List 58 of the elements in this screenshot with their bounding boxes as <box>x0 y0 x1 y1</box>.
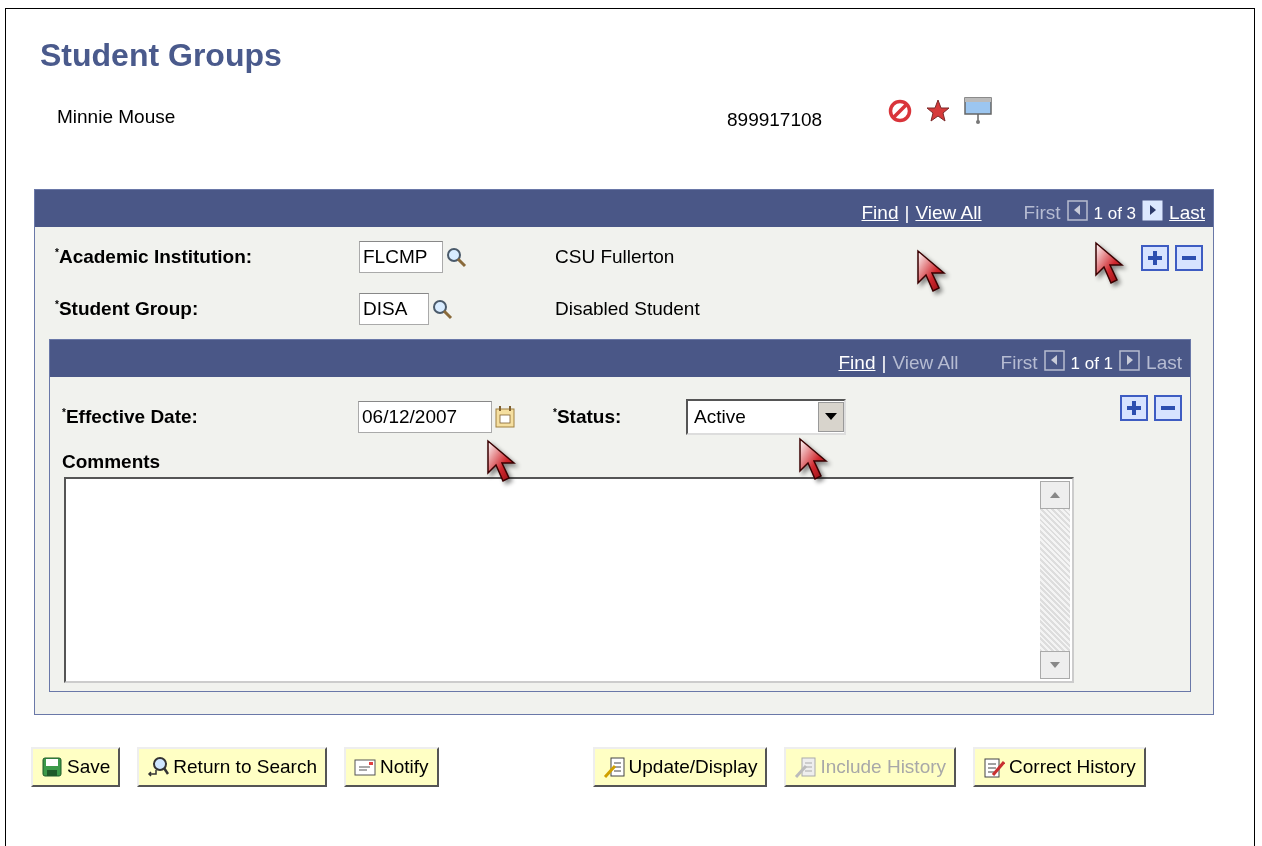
mouse-pointer-icon <box>486 439 516 483</box>
add-row-button[interactable] <box>1120 395 1148 421</box>
comments-field[interactable] <box>64 477 1074 683</box>
calendar-icon[interactable] <box>494 405 516 429</box>
button[interactable]: Correct History <box>973 747 1146 787</box>
comments-label: Comments <box>62 451 162 473</box>
view-all-link: View All <box>892 352 959 374</box>
mouse-pointer-icon <box>798 437 828 481</box>
date-field[interactable]: 06/12/2007 <box>358 401 492 433</box>
mouse-pointer-icon <box>916 249 946 293</box>
row-counter: 1 of 3 <box>1093 204 1137 224</box>
envelope-icon <box>353 756 376 778</box>
magnifier-icon <box>147 756 170 778</box>
button[interactable]: Notify <box>343 747 439 787</box>
button: Include History <box>784 747 957 787</box>
input-field[interactable]: FLCMP <box>359 241 443 273</box>
row-counter: 1 of 1 <box>1070 354 1114 374</box>
first-link: First <box>1000 352 1038 374</box>
button[interactable]: Return to Search <box>137 747 327 787</box>
field-description: Disabled Student <box>555 298 700 320</box>
scrollbar[interactable] <box>1040 481 1070 679</box>
field-label: $^{*}$Academic Institution: <box>55 246 254 268</box>
mouse-pointer-icon <box>1094 241 1124 285</box>
field-label: $^{*}$Student Group: <box>55 298 200 320</box>
magnifier-icon[interactable] <box>444 246 467 268</box>
field-label: $^{*}$Effective Date: <box>62 406 199 428</box>
plus-icon <box>1127 401 1141 415</box>
pencil-document-icon <box>602 756 625 778</box>
view-all-link[interactable]: View All <box>915 202 982 224</box>
input-field[interactable]: DISA <box>359 293 429 325</box>
down-arrow-icon[interactable] <box>1050 662 1060 668</box>
pencil-document-icon <box>983 756 1006 778</box>
find-link[interactable]: Find <box>861 202 899 224</box>
magnifier-icon[interactable] <box>430 298 453 320</box>
field-description: CSU Fullerton <box>555 246 675 268</box>
separator-text: | <box>904 202 910 224</box>
status-dropdown[interactable]: Active <box>686 399 846 435</box>
add-row-button[interactable] <box>1141 245 1169 271</box>
last-link[interactable]: Last <box>1169 202 1205 224</box>
plus-icon <box>1148 251 1162 265</box>
page-title: Student Groups <box>40 37 283 75</box>
first-link: First <box>1023 202 1061 224</box>
star-icon[interactable] <box>925 98 951 124</box>
pencil-document-icon <box>794 756 817 778</box>
find-link[interactable]: Find <box>838 352 876 374</box>
up-arrow-icon[interactable] <box>1050 492 1060 498</box>
presentation-screen-icon[interactable] <box>963 96 993 126</box>
no-entry-icon[interactable] <box>887 98 913 124</box>
field-label: $^{*}$Status: <box>553 406 623 428</box>
delete-row-button[interactable] <box>1175 245 1203 271</box>
student-name: Minnie Mouse <box>57 106 177 128</box>
button[interactable]: Update/Display <box>592 747 768 787</box>
student-id: 899917108 <box>727 108 824 131</box>
button[interactable]: Save <box>31 747 121 787</box>
separator-text: | <box>881 352 887 374</box>
delete-row-button[interactable] <box>1154 395 1182 421</box>
last-link: Last <box>1146 352 1182 374</box>
caret-icon <box>825 413 837 421</box>
